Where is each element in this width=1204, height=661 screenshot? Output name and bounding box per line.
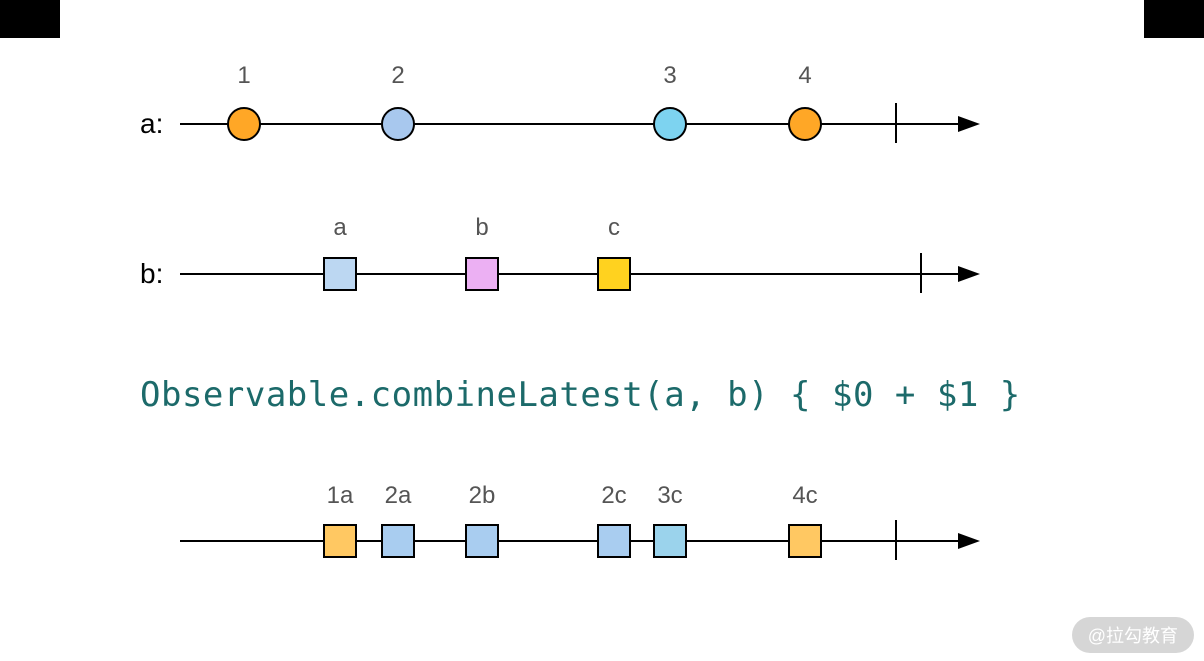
marble-o6-label: 4c	[792, 482, 817, 510]
stream-out-timeline	[180, 540, 960, 542]
marble-a3-label: 3	[663, 62, 676, 90]
stream-b-timeline	[180, 273, 960, 275]
stream-a-label: a:	[140, 108, 163, 140]
marble-a4-label: 4	[798, 62, 811, 90]
watermark-badge: @拉勾教育	[1072, 617, 1194, 653]
stream-b-arrow	[958, 266, 980, 282]
marble-o2	[381, 524, 415, 558]
stream-b-complete	[920, 253, 922, 293]
marble-o1-label: 1a	[327, 482, 354, 510]
marble-a1-label: 1	[237, 62, 250, 90]
decoration-strip-left	[0, 0, 60, 38]
marble-bb	[465, 257, 499, 291]
marble-o5-label: 3c	[657, 482, 682, 510]
marble-o3	[465, 524, 499, 558]
marble-a4	[788, 107, 822, 141]
decoration-strip-right	[1144, 0, 1204, 38]
marble-bc	[597, 257, 631, 291]
marble-o3-label: 2b	[469, 482, 496, 510]
operator-code: Observable.combineLatest(a, b) { $0 + $1…	[140, 375, 1021, 415]
stream-a-arrow	[958, 116, 980, 132]
marble-a1	[227, 107, 261, 141]
marble-o1	[323, 524, 357, 558]
marble-bb-label: b	[475, 214, 488, 242]
stream-a-complete	[895, 103, 897, 143]
stream-a-timeline	[180, 123, 960, 125]
marble-a3	[653, 107, 687, 141]
stream-b-label: b:	[140, 258, 163, 290]
marble-o4-label: 2c	[601, 482, 626, 510]
marble-bc-label: c	[608, 214, 620, 242]
stream-out-complete	[895, 520, 897, 560]
marble-a2	[381, 107, 415, 141]
marble-o2-label: 2a	[385, 482, 412, 510]
marble-o5	[653, 524, 687, 558]
marble-o6	[788, 524, 822, 558]
marble-o4	[597, 524, 631, 558]
stream-out-arrow	[958, 533, 980, 549]
marble-a2-label: 2	[391, 62, 404, 90]
marble-ba-label: a	[333, 214, 346, 242]
marble-ba	[323, 257, 357, 291]
